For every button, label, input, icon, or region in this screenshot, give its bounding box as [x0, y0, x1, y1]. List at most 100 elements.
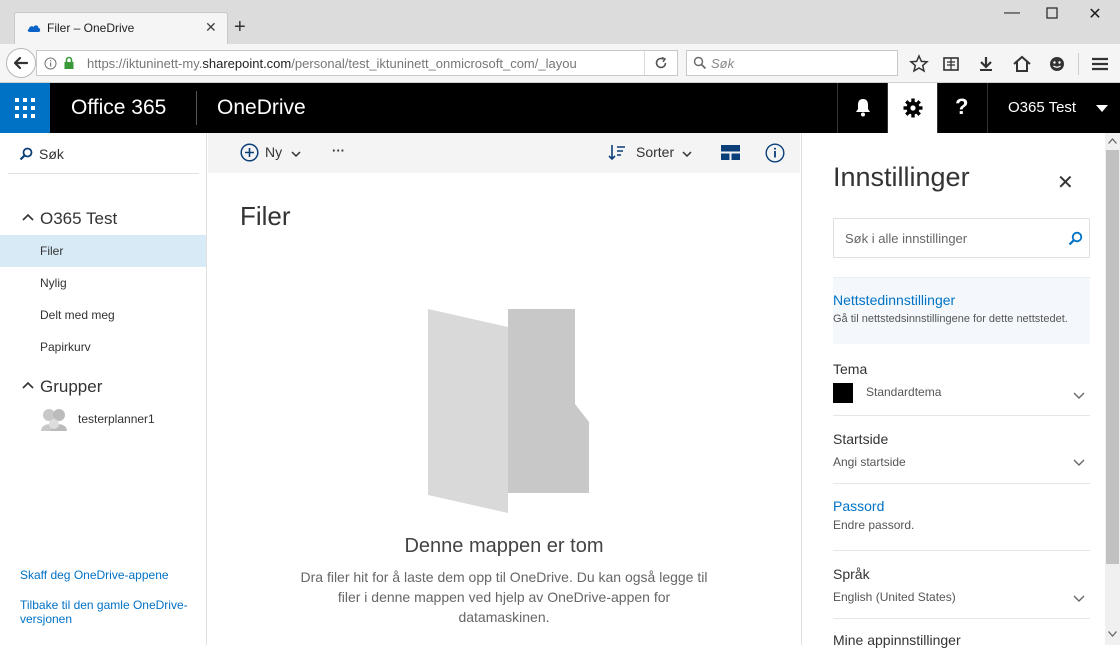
theme-swatch[interactable]	[833, 383, 853, 403]
sidebar-item-papirkurv[interactable]: Papirkurv	[0, 331, 206, 363]
minimize-icon[interactable]: —	[997, 4, 1027, 22]
group-avatar-icon	[41, 409, 67, 431]
chevron-down-icon[interactable]	[1073, 392, 1085, 400]
scroll-up-icon[interactable]	[1108, 138, 1117, 144]
tab-title: Filer – OneDrive	[47, 21, 135, 35]
page-title: Filer	[240, 201, 291, 231]
sort-button[interactable]: Sorter	[608, 141, 698, 165]
scroll-down-icon[interactable]	[1108, 631, 1117, 637]
settings-separator	[833, 415, 1090, 416]
maximize-icon[interactable]	[1037, 3, 1067, 24]
settings-search-input[interactable]: Søk i alle innstillinger	[833, 218, 1090, 258]
close-window-icon[interactable]: ✕	[1080, 4, 1110, 24]
new-button-label: Ny	[265, 144, 283, 160]
password-link[interactable]: Passord	[833, 498, 884, 514]
chevron-up-icon[interactable]	[22, 381, 34, 389]
browser-tab-strip: Filer – OneDrive ✕ + — ✕	[0, 0, 1120, 44]
scrollbar-thumb[interactable]	[1106, 150, 1119, 564]
sidebar-item-delt-med-meg[interactable]: Delt med meg	[0, 299, 206, 331]
settings-separator	[833, 618, 1090, 619]
gear-icon	[903, 98, 923, 118]
settings-panel-title: Innstillinger	[833, 162, 970, 192]
toolbar-divider	[1078, 53, 1079, 75]
sidebar-item-label: Nylig	[40, 276, 67, 290]
browser-search-bar[interactable]: Søk	[686, 50, 898, 76]
lock-icon	[64, 56, 74, 69]
download-icon[interactable]	[975, 54, 997, 74]
chevron-up-icon[interactable]	[22, 213, 34, 221]
settings-separator	[833, 550, 1090, 551]
theme-heading: Tema	[833, 361, 868, 377]
info-icon[interactable]	[765, 143, 785, 163]
nav-separator	[8, 173, 199, 174]
app-settings-heading[interactable]: Mine appinnstillinger	[833, 632, 961, 648]
theme-value[interactable]: Standardtema	[866, 385, 941, 399]
sidebar-item-filer[interactable]: Filer	[0, 235, 206, 267]
view-tiles-icon[interactable]	[721, 145, 740, 160]
empty-folder-description: Dra filer hit for å laste dem opp til On…	[300, 569, 708, 625]
suite-title[interactable]: Office 365	[71, 96, 166, 120]
url-divider	[644, 51, 645, 75]
chevron-down-icon	[682, 151, 692, 157]
language-heading: Språk	[833, 566, 870, 582]
sort-button-label: Sorter	[636, 144, 675, 160]
browser-search-placeholder: Søk	[711, 56, 735, 71]
search-icon[interactable]	[1068, 231, 1083, 246]
reading-list-icon[interactable]	[940, 54, 962, 74]
language-value[interactable]: English (United States)	[833, 590, 956, 604]
nav-search-box[interactable]: Søk	[14, 143, 199, 167]
browser-tab[interactable]: Filer – OneDrive ✕	[14, 12, 228, 44]
site-settings-item[interactable]	[833, 277, 1090, 344]
menu-icon[interactable]	[1089, 54, 1111, 74]
reload-icon[interactable]	[654, 56, 668, 70]
command-bar: Ny ··· Sorter	[208, 133, 800, 173]
sort-icon	[608, 145, 625, 161]
nav-group-user[interactable]: O365 Test	[40, 209, 117, 229]
plus-circle-icon	[240, 143, 259, 162]
close-icon[interactable]: ✕	[1057, 170, 1074, 195]
header-divider	[196, 91, 197, 125]
settings-search-placeholder: Søk i alle innstillinger	[845, 231, 968, 246]
app-launcher-button[interactable]	[0, 83, 50, 133]
start-page-value[interactable]: Angi startside	[833, 455, 906, 469]
back-arrow-icon	[13, 56, 29, 70]
get-apps-link[interactable]: Skaff deg OneDrive-appene	[20, 568, 195, 582]
back-button[interactable]	[6, 48, 36, 78]
settings-button[interactable]	[887, 83, 937, 133]
settings-separator	[833, 483, 1090, 484]
old-onedrive-link[interactable]: Tilbake til den gamle OneDrive-versjonen	[20, 598, 195, 626]
sidebar-item-nylig[interactable]: Nylig	[0, 267, 206, 299]
nav-group-groups[interactable]: Grupper	[40, 377, 102, 397]
site-settings-desc: Gå til nettstedsinnstillingene for dette…	[833, 313, 1068, 325]
site-settings-link[interactable]: Nettstedinnstillinger	[833, 292, 955, 308]
chevron-down-icon[interactable]	[1073, 595, 1085, 603]
bookmark-star-icon[interactable]	[908, 54, 930, 74]
start-page-heading: Startside	[833, 431, 889, 447]
browser-nav-bar: https://iktuninett-my.sharepoint.com/per…	[0, 44, 1120, 83]
pocket-icon[interactable]	[1046, 54, 1068, 74]
new-tab-button[interactable]: +	[234, 17, 246, 37]
password-desc: Endre passord.	[833, 518, 915, 532]
bell-icon	[856, 99, 870, 117]
sidebar-item-label: Papirkurv	[40, 340, 91, 354]
caret-down-icon[interactable]	[1096, 105, 1108, 112]
sidebar-item-group[interactable]: testerplanner1	[0, 403, 206, 435]
url-bar[interactable]: https://iktuninett-my.sharepoint.com/per…	[36, 50, 678, 76]
o365-header: Office 365 OneDrive ? O365 Test	[0, 83, 1120, 133]
new-button[interactable]: Ny	[240, 141, 304, 165]
left-nav: Søk O365 Test Filer Nylig Delt med meg P…	[0, 133, 207, 645]
more-options-button[interactable]: ···	[332, 143, 345, 158]
onedrive-cloud-icon	[27, 25, 41, 32]
help-button[interactable]: ?	[937, 83, 987, 133]
sidebar-item-label: Filer	[40, 244, 64, 258]
notifications-button[interactable]	[837, 83, 887, 133]
nav-search-label: Søk	[39, 146, 64, 162]
tab-close-icon[interactable]: ✕	[205, 19, 217, 36]
app-title[interactable]: OneDrive	[217, 96, 306, 120]
info-icon[interactable]	[44, 57, 57, 70]
help-icon: ?	[955, 94, 969, 119]
home-icon[interactable]	[1011, 54, 1033, 74]
chevron-down-icon[interactable]	[1073, 459, 1085, 467]
user-name: O365 Test	[1008, 99, 1077, 116]
empty-folder-illustration	[428, 309, 589, 513]
